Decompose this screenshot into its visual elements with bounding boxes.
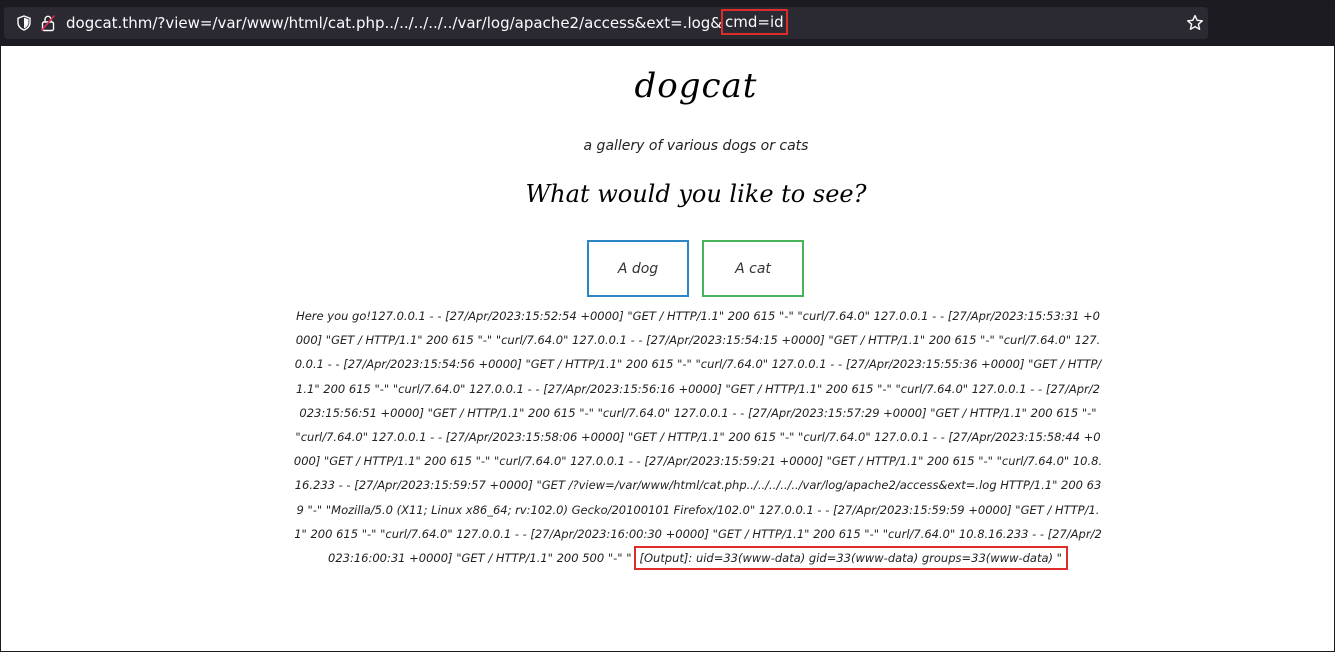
screenshot-border	[0, 0, 1335, 652]
